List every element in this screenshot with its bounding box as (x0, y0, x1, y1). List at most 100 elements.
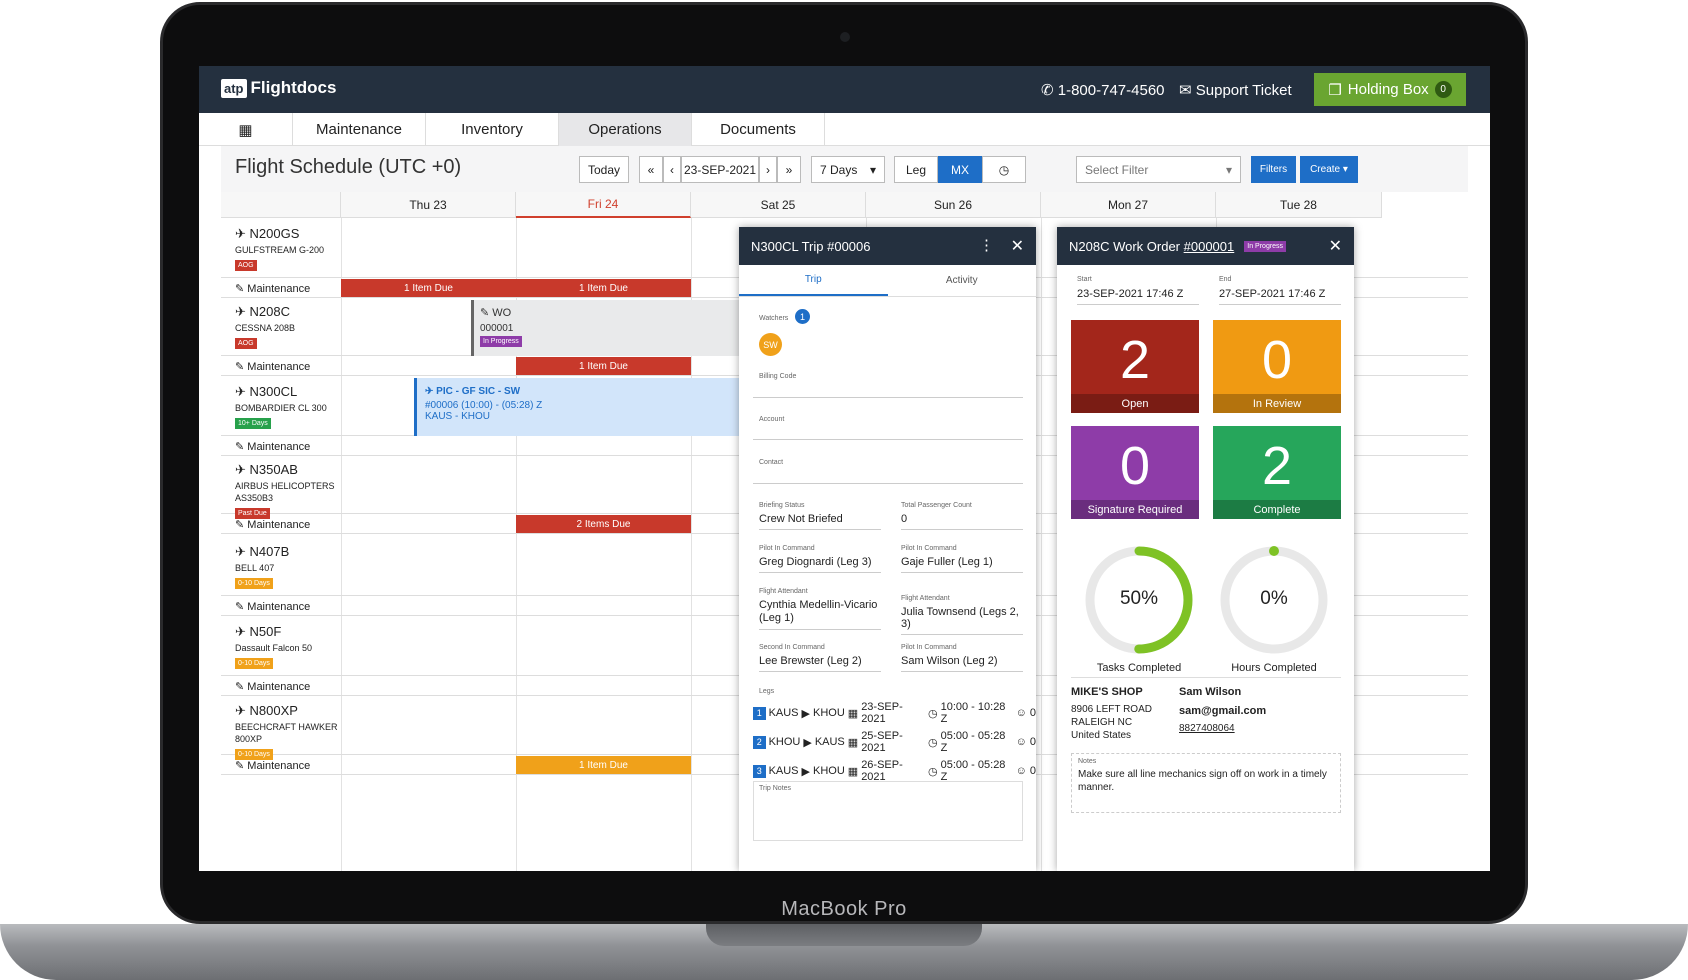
tail-number: N50F (249, 624, 282, 639)
main-nav: ▦ Maintenance Inventory Operations Docum… (199, 113, 1490, 146)
close-icon[interactable]: ✕ (1011, 236, 1024, 256)
tab-inventory[interactable]: Inventory (426, 113, 559, 146)
close-icon[interactable]: ✕ (1329, 236, 1342, 256)
maintenance-label: ✎ Maintenance (235, 680, 310, 693)
calendar-tab[interactable]: ▦ (199, 113, 293, 146)
arrow-icon: ▶ (801, 707, 810, 720)
contact-name: Sam Wilson (1179, 686, 1242, 698)
ring-start-dot (1269, 546, 1279, 556)
work-order-block[interactable]: ✎ WO 000001 In Progress (471, 300, 751, 356)
maintenance-text: Maintenance (247, 361, 311, 373)
aircraft-cell[interactable]: ✈ N350AB AIRBUS HELICOPTERS AS350B3 Past D… (221, 454, 341, 519)
tab-activity[interactable]: Activity (888, 265, 1037, 296)
mx-view-button[interactable]: MX (938, 156, 982, 183)
trip-notes-field[interactable] (753, 781, 1023, 841)
wrench-icon: ✎ (235, 760, 245, 772)
filters-button[interactable]: Filters (1251, 156, 1296, 183)
pic-field[interactable]: Sam Wilson (Leg 2) (901, 655, 1023, 672)
aircraft-cell[interactable]: ✈ N407B BELL 407 0-10 Days (221, 536, 341, 589)
maintenance-label: ✎ Maintenance (235, 759, 310, 772)
next-day-button[interactable]: › (759, 156, 777, 183)
aircraft-model: Dassault Falcon 50 (235, 643, 313, 653)
avatar[interactable]: SW (759, 333, 782, 356)
leg-row[interactable]: 3 KAUS ▶ KHOU ▦ 26-SEP-2021 ◷ 05:00 - 05:28 Z ☺ 0 (753, 759, 1036, 783)
aircraft-cell[interactable]: ✈ N50F Dassault Falcon 50 0-10 Days (221, 616, 341, 669)
contact-email[interactable]: sam@gmail.com (1179, 705, 1266, 717)
tail-number: N208C (249, 304, 290, 319)
account-field[interactable] (753, 439, 1023, 440)
aircraft-cell[interactable]: ✈ N208C CESSNA 208B AOG (221, 296, 341, 349)
complete-tile[interactable]: 2 Complete (1213, 426, 1341, 519)
pic-field[interactable]: Gaje Fuller (Leg 1) (901, 556, 1023, 573)
leg-from: KAUS (768, 707, 799, 719)
end-field[interactable]: 27-SEP-2021 17:46 Z (1219, 288, 1341, 305)
notes-field[interactable]: Notes Make sure all line mechanics sign … (1071, 753, 1341, 813)
watchers-count-badge: 1 (795, 309, 810, 324)
aircraft-cell[interactable]: ✈ N200GS GULFSTREAM G-200 AOG (221, 218, 341, 271)
plane-icon: ✈ (235, 624, 246, 639)
contact-field[interactable] (753, 483, 1023, 484)
aircraft-model: AIRBUS HELICOPTERS AS350B3 (235, 481, 335, 503)
clock-view-button[interactable]: ◷ (982, 156, 1026, 183)
leg-from: KAUS (768, 765, 799, 777)
aircraft-cell[interactable]: ✈ N800XP BEECHCRAFT HAWKER 800XP 0-10 Days (221, 695, 341, 760)
more-options-icon[interactable]: ⋮ (979, 236, 994, 254)
signature-required-tile[interactable]: 0 Signature Required (1071, 426, 1199, 519)
contact-phone[interactable]: 8827408064 (1179, 723, 1235, 734)
trip-block[interactable]: ✈ PIC - GF SIC - SW #00006 (10:00) - (05:… (414, 378, 744, 436)
in-review-tile[interactable]: 0 In Review (1213, 320, 1341, 413)
flight-attendant-field[interactable]: Cynthia Medellin-Vicario (Leg 1) (759, 599, 881, 630)
end-label: End (1219, 276, 1232, 283)
billing-code-field[interactable] (753, 397, 1023, 398)
pic-field[interactable]: Greg Diognardi (Leg 3) (759, 556, 881, 573)
briefing-status-field[interactable]: Crew Not Briefed (759, 513, 881, 530)
aircraft-cell[interactable]: ✈ N300CL BOMBARDIER CL 300 10+ Days (221, 376, 341, 429)
leg-number: 1 (753, 706, 766, 720)
filter-select[interactable]: Select Filter ▾ (1076, 156, 1241, 183)
holding-box-button[interactable]: ❒ Holding Box 0 (1314, 73, 1466, 106)
tab-maintenance[interactable]: Maintenance (293, 113, 426, 146)
leg-row[interactable]: 1 KAUS ▶ KHOU ▦ 23-SEP-2021 ◷ 10:00 - 10:28 Z ☺ 0 (753, 701, 1036, 725)
billing-code-label: Billing Code (759, 373, 797, 380)
wrench-icon: ✎ (235, 601, 245, 613)
passenger-count-field[interactable]: 0 (901, 513, 1023, 530)
day-header: Thu 23 (341, 192, 516, 218)
date-picker[interactable]: 23-SEP-2021 (681, 156, 759, 183)
tab-trip[interactable]: Trip (739, 265, 888, 296)
leg-pax: 0 (1029, 707, 1037, 719)
tile-label: Open (1071, 394, 1199, 413)
support-ticket-link[interactable]: ✉ Support Ticket (1179, 81, 1292, 99)
leg-row[interactable]: 2 KHOU ▶ KAUS ▦ 25-SEP-2021 ◷ 05:00 - 05:28 Z ☺ 0 (753, 730, 1036, 754)
items-due-bar[interactable]: 1 Item Due (341, 279, 516, 297)
today-button[interactable]: Today (579, 156, 629, 183)
wrench-icon: ✎ (235, 361, 245, 373)
clock-icon: ◷ (998, 162, 1010, 177)
leg-pax: 0 (1029, 765, 1037, 777)
range-select[interactable]: 7 Days ▾ (811, 156, 885, 183)
items-due-bar[interactable]: 1 Item Due (516, 279, 691, 297)
aircraft-model: BOMBARDIER CL 300 (235, 403, 327, 413)
items-due-bar[interactable]: 1 Item Due (516, 756, 691, 774)
maintenance-text: Maintenance (247, 441, 311, 453)
create-label: Create (1310, 164, 1341, 175)
tab-operations[interactable]: Operations (559, 113, 692, 146)
prev-day-button[interactable]: ‹ (663, 156, 681, 183)
flight-attendant-field[interactable]: Julia Townsend (Legs 2, 3) (901, 606, 1023, 635)
leg-time: 10:00 - 10:28 Z (940, 701, 1006, 725)
items-due-bar[interactable]: 1 Item Due (516, 357, 691, 375)
tasks-completed-label: Tasks Completed (1096, 662, 1182, 674)
plane-icon: ✈ (235, 384, 246, 399)
next-week-button[interactable]: » (777, 156, 801, 183)
sic-label: Second In Command (759, 644, 825, 651)
phone-link[interactable]: ✆ 1-800-747-4560 (1041, 81, 1165, 99)
prev-week-button[interactable]: « (639, 156, 663, 183)
tab-documents[interactable]: Documents (692, 113, 825, 146)
wo-number-link[interactable]: #000001 (1184, 239, 1235, 254)
app-logo[interactable]: atp Flightdocs (221, 78, 336, 98)
leg-view-button[interactable]: Leg (894, 156, 938, 183)
create-button[interactable]: Create ▾ (1300, 156, 1358, 183)
start-field[interactable]: 23-SEP-2021 17:46 Z (1077, 288, 1199, 305)
items-due-bar[interactable]: 2 Items Due (516, 515, 691, 533)
sic-field[interactable]: Lee Brewster (Leg 2) (759, 655, 881, 672)
open-tile[interactable]: 2 Open (1071, 320, 1199, 413)
